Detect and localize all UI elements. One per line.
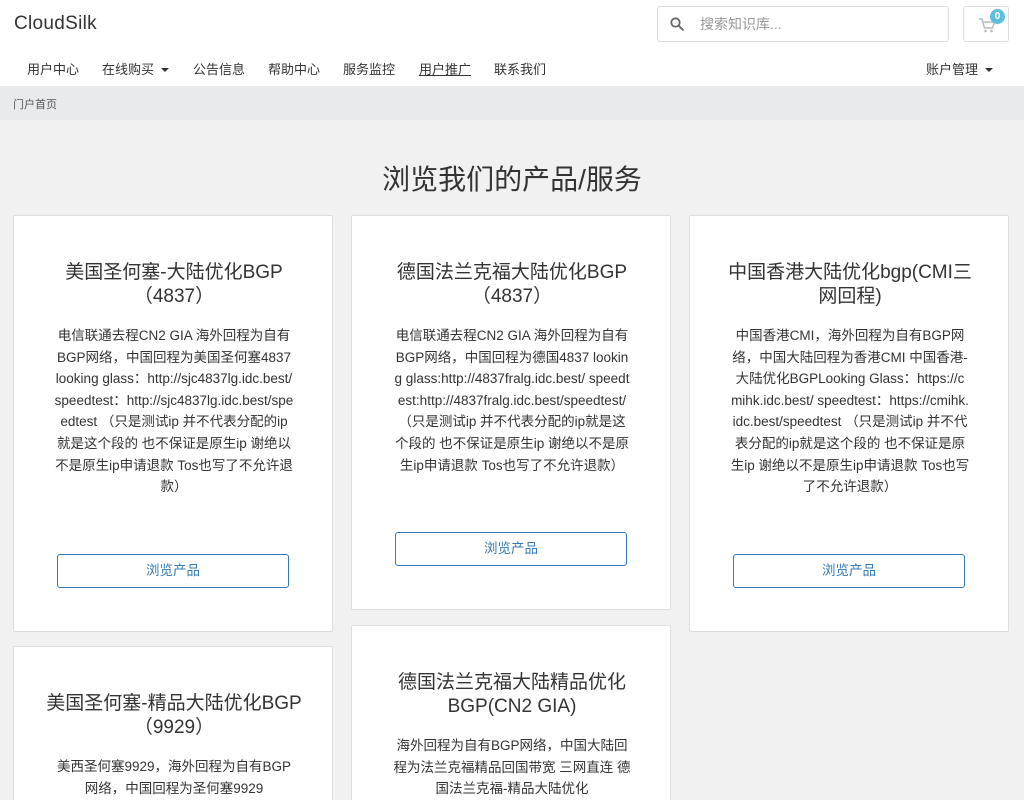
nav-item-account[interactable]: 账户管理 (926, 59, 994, 78)
product-title: 德国法兰克福大陆精品优化BGP(CN2 GIA) (397, 672, 626, 717)
cart-count-badge: 0 (990, 9, 1005, 24)
browse-product-button[interactable]: 浏览产品 (733, 554, 965, 588)
product-description: 电信联通去程CN2 GIA 海外回程为自有BGP网络，中国回程为美国圣何塞483… (54, 328, 294, 495)
product-card: 美国圣何塞-精品大陆优化BGP（9929） 美西圣何塞9929，海外回程为自有B… (13, 646, 333, 800)
product-description: 中国香港CMI，海外回程为自有BGP网络，中国大陆回程为香港CMI 中国香港-大… (730, 328, 970, 495)
product-card: 德国法兰克福大陆优化BGP（4837） 电信联通去程CN2 GIA 海外回程为自… (351, 215, 671, 610)
breadcrumb-home[interactable]: 门户首页 (13, 96, 57, 112)
breadcrumb: 门户首页 (0, 86, 1024, 120)
product-title: 德国法兰克福大陆优化BGP（4837） (396, 262, 628, 307)
browse-product-button[interactable]: 浏览产品 (395, 532, 627, 566)
product-description: 电信联通去程CN2 GIA 海外回程为自有BGP网络，中国回程为德国4837 l… (394, 328, 630, 473)
nav-item-user-center[interactable]: 用户中心 (27, 59, 79, 78)
nav-item-help-center[interactable]: 帮助中心 (268, 59, 320, 78)
main-nav: 用户中心 在线购买 公告信息 帮助中心 服务监控 用户推广 联系我们 账户管理 (0, 48, 1024, 86)
cart-button[interactable]: 0 (963, 6, 1009, 42)
chevron-down-icon (985, 68, 994, 72)
top-bar: CloudSilk 0 (0, 0, 1024, 48)
product-title: 美国圣何塞-大陆优化BGP（4837） (65, 262, 283, 307)
nav-item-service-monitor[interactable]: 服务监控 (343, 59, 395, 78)
product-card: 德国法兰克福大陆精品优化BGP(CN2 GIA) 海外回程为自有BGP网络，中国… (351, 625, 671, 800)
search-icon (670, 17, 686, 33)
nav-item-contact-us[interactable]: 联系我们 (494, 59, 546, 78)
nav-item-buy-online-label: 在线购买 (102, 62, 155, 77)
page-title: 浏览我们的产品/服务 (382, 164, 642, 195)
browse-product-button[interactable]: 浏览产品 (57, 554, 289, 588)
search-box[interactable] (657, 6, 949, 42)
product-description: 海外回程为自有BGP网络，中国大陆回程为法兰克福精品回国带宽 三网直连 德国法兰… (393, 738, 631, 797)
product-title: 中国香港大陆优化bgp(CMI三网回程) (728, 262, 972, 307)
nav-item-affiliates[interactable]: 用户推广 (419, 59, 471, 78)
search-input[interactable] (700, 13, 940, 35)
product-card: 中国香港大陆优化bgp(CMI三网回程) 中国香港CMI，海外回程为自有BGP网… (689, 215, 1009, 632)
product-card: 美国圣何塞-大陆优化BGP（4837） 电信联通去程CN2 GIA 海外回程为自… (13, 215, 333, 632)
chevron-down-icon (161, 68, 170, 72)
product-description: 美西圣何塞9929，海外回程为自有BGP网络，中国回程为圣何塞9929 (56, 759, 292, 796)
nav-item-announcements[interactable]: 公告信息 (193, 59, 245, 78)
nav-item-buy-online[interactable]: 在线购买 (102, 59, 170, 78)
product-title: 美国圣何塞-精品大陆优化BGP（9929） (46, 693, 302, 738)
site-logo[interactable]: CloudSilk (14, 13, 97, 35)
nav-item-account-label: 账户管理 (926, 62, 979, 77)
